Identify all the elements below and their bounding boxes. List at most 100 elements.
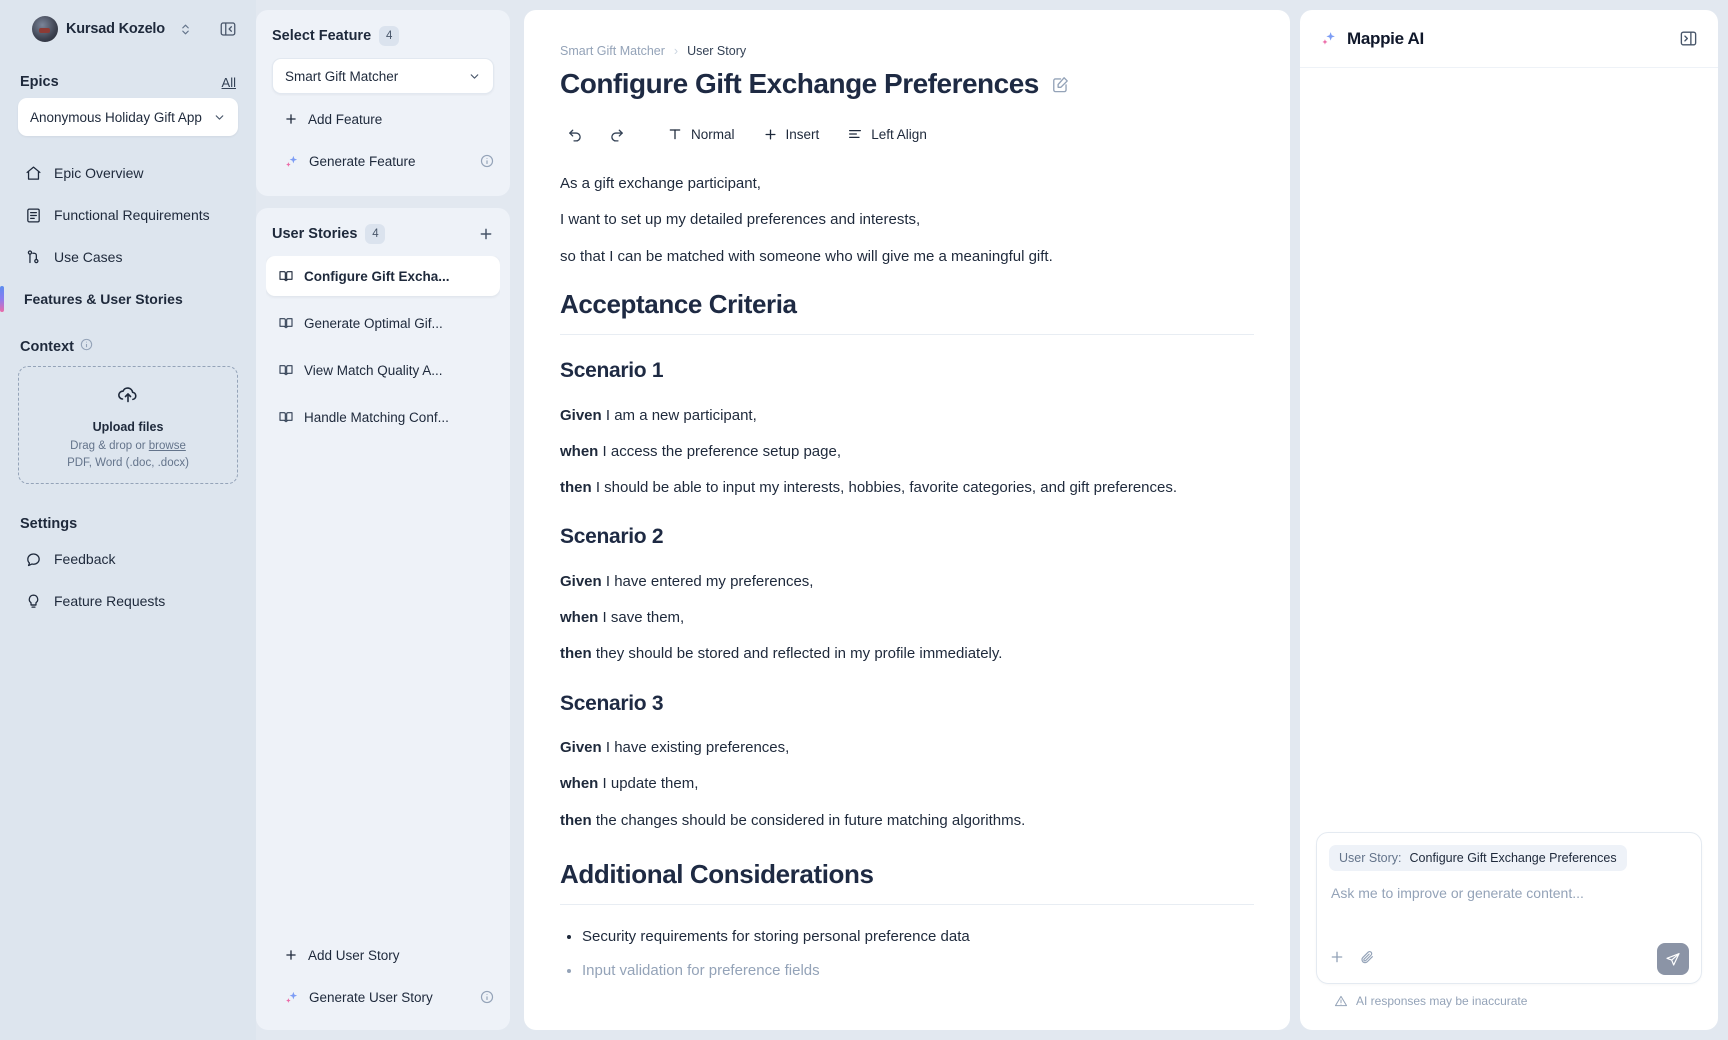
story-line: As a gift exchange participant, bbox=[560, 172, 1254, 195]
list-item[interactable]: View Match Quality A... bbox=[266, 350, 500, 390]
sidebar-item-label: Feature Requests bbox=[54, 593, 165, 609]
scenario-line: Given I have entered my preferences, bbox=[560, 570, 1254, 593]
user-story-count-badge: 4 bbox=[365, 224, 385, 244]
context-chip[interactable]: User Story: Configure Gift Exchange Pref… bbox=[1329, 845, 1627, 871]
info-icon[interactable] bbox=[480, 154, 494, 168]
gherkin-keyword: then bbox=[560, 812, 592, 829]
dropzone-hint: Drag & drop or browse bbox=[29, 440, 227, 452]
sidebar-item-use-cases[interactable]: Use Cases bbox=[16, 236, 240, 278]
ai-disclaimer-text: AI responses may be inaccurate bbox=[1356, 994, 1527, 1008]
ai-disclaimer: AI responses may be inaccurate bbox=[1316, 984, 1702, 1022]
sidebar-item-features-user-stories[interactable]: Features & User Stories bbox=[16, 278, 240, 320]
insert-button[interactable]: Insert bbox=[754, 118, 829, 150]
document-content[interactable]: As a gift exchange participant, I want t… bbox=[560, 172, 1254, 983]
plus-icon bbox=[284, 112, 298, 126]
chevron-updown-icon[interactable] bbox=[179, 23, 192, 36]
ai-panel-title: Mappie AI bbox=[1347, 29, 1424, 49]
divider bbox=[560, 334, 1254, 335]
usecase-icon bbox=[24, 248, 42, 266]
list-item-label: View Match Quality A... bbox=[304, 363, 443, 378]
settings-title: Settings bbox=[16, 484, 240, 538]
scenario-heading: Scenario 3 bbox=[560, 688, 1254, 721]
scenario-line: when I access the preference setup page, bbox=[560, 440, 1254, 463]
send-message-button[interactable] bbox=[1657, 943, 1689, 975]
story-line: I want to set up my detailed preferences… bbox=[560, 208, 1254, 231]
scenario-heading: Scenario 2 bbox=[560, 521, 1254, 554]
breadcrumb-parent[interactable]: Smart Gift Matcher bbox=[560, 44, 665, 58]
align-dropdown[interactable]: Left Align bbox=[838, 118, 936, 150]
feature-count-badge: 4 bbox=[379, 26, 399, 46]
document-editor[interactable]: Smart Gift Matcher › User Story Configur… bbox=[524, 10, 1290, 1030]
gherkin-text: the changes should be considered in futu… bbox=[592, 812, 1026, 829]
app-root: Kursad Kozelo Epics All Anonymous Holida… bbox=[0, 0, 1728, 1040]
gherkin-text: I update them, bbox=[598, 775, 698, 792]
ai-prompt-input[interactable]: Ask me to improve or generate content... bbox=[1331, 885, 1687, 901]
scenario-block: Scenario 3 Given I have existing prefere… bbox=[560, 688, 1254, 832]
page-title-text: Configure Gift Exchange Preferences bbox=[560, 68, 1039, 100]
list-item[interactable]: Generate Optimal Gif... bbox=[266, 303, 500, 343]
lightbulb-icon bbox=[24, 592, 42, 610]
gherkin-text: I access the preference setup page, bbox=[598, 443, 841, 460]
text-style-dropdown[interactable]: Normal bbox=[658, 118, 744, 150]
user-story-list: Configure Gift Excha... Generate Optimal… bbox=[266, 256, 500, 930]
list-item[interactable]: Configure Gift Excha... bbox=[266, 256, 500, 296]
file-dropzone[interactable]: Upload files Drag & drop or browse PDF, … bbox=[18, 366, 238, 484]
sidebar-item-label: Feedback bbox=[54, 551, 115, 567]
chat-bubble-icon bbox=[24, 550, 42, 568]
context-chip-value: Configure Gift Exchange Preferences bbox=[1410, 851, 1617, 865]
collapse-ai-panel-icon[interactable] bbox=[1679, 29, 1698, 48]
edit-title-icon[interactable] bbox=[1051, 75, 1070, 94]
scenario-line: when I update them, bbox=[560, 772, 1254, 795]
epic-select[interactable]: Anonymous Holiday Gift App bbox=[18, 98, 238, 136]
add-user-story-icon[interactable] bbox=[478, 226, 494, 242]
redo-button[interactable] bbox=[601, 118, 632, 150]
gherkin-keyword: Given bbox=[560, 573, 602, 590]
epics-all-link[interactable]: All bbox=[222, 75, 236, 90]
generate-user-story-button[interactable]: Generate User Story bbox=[272, 980, 494, 1014]
undo-button[interactable] bbox=[560, 118, 591, 150]
add-feature-label: Add Feature bbox=[308, 112, 382, 127]
add-user-story-label: Add User Story bbox=[308, 948, 400, 963]
sidebar-item-functional-requirements[interactable]: Functional Requirements bbox=[16, 194, 240, 236]
gherkin-keyword: when bbox=[560, 775, 598, 792]
generate-feature-button[interactable]: Generate Feature bbox=[272, 144, 494, 178]
gherkin-keyword: when bbox=[560, 609, 598, 626]
sidebar-item-epic-overview[interactable]: Epic Overview bbox=[16, 152, 240, 194]
user-switcher[interactable]: Kursad Kozelo bbox=[16, 0, 240, 58]
composer-toolbar bbox=[1329, 943, 1689, 975]
add-attachment-plus-icon[interactable] bbox=[1329, 949, 1345, 970]
dropzone-title: Upload files bbox=[29, 420, 227, 434]
info-icon[interactable] bbox=[80, 338, 93, 356]
book-icon bbox=[278, 409, 294, 425]
ai-panel-header: Mappie AI bbox=[1300, 10, 1718, 68]
list-item: Input validation for preference fields bbox=[582, 959, 1254, 982]
gherkin-text: I save them, bbox=[598, 609, 684, 626]
add-feature-button[interactable]: Add Feature bbox=[272, 102, 494, 136]
page-title: Configure Gift Exchange Preferences bbox=[560, 68, 1254, 100]
sidebar-item-feedback[interactable]: Feedback bbox=[16, 538, 240, 580]
paperclip-icon[interactable] bbox=[1359, 949, 1375, 970]
sparkle-icon bbox=[1320, 30, 1337, 47]
avatar bbox=[32, 16, 58, 42]
collapse-sidebar-icon[interactable] bbox=[216, 17, 240, 41]
list-item: Security requirements for storing person… bbox=[582, 925, 1254, 948]
sidebar-item-feature-requests[interactable]: Feature Requests bbox=[16, 580, 240, 622]
scenario-block: Scenario 1 Given I am a new participant,… bbox=[560, 355, 1254, 499]
ai-composer[interactable]: User Story: Configure Gift Exchange Pref… bbox=[1316, 832, 1702, 984]
text-format-icon bbox=[667, 126, 683, 142]
scenario-line: then they should be stored and reflected… bbox=[560, 642, 1254, 665]
align-label: Left Align bbox=[871, 127, 927, 142]
info-icon[interactable] bbox=[480, 990, 494, 1004]
ai-panel: Mappie AI User Story: Configure Gift Exc… bbox=[1300, 10, 1718, 1030]
left-sidebar: Kursad Kozelo Epics All Anonymous Holida… bbox=[0, 0, 256, 1040]
gherkin-keyword: Given bbox=[560, 739, 602, 756]
context-title: Context bbox=[20, 339, 74, 355]
browse-link[interactable]: browse bbox=[149, 440, 186, 452]
feature-select[interactable]: Smart Gift Matcher bbox=[272, 58, 494, 94]
align-left-icon bbox=[847, 126, 863, 142]
list-item[interactable]: Handle Matching Conf... bbox=[266, 397, 500, 437]
add-user-story-button[interactable]: Add User Story bbox=[272, 938, 494, 972]
text-style-label: Normal bbox=[691, 127, 735, 142]
sidebar-item-label: Features & User Stories bbox=[24, 291, 183, 307]
ai-composer-wrapper: User Story: Configure Gift Exchange Pref… bbox=[1300, 832, 1718, 1030]
